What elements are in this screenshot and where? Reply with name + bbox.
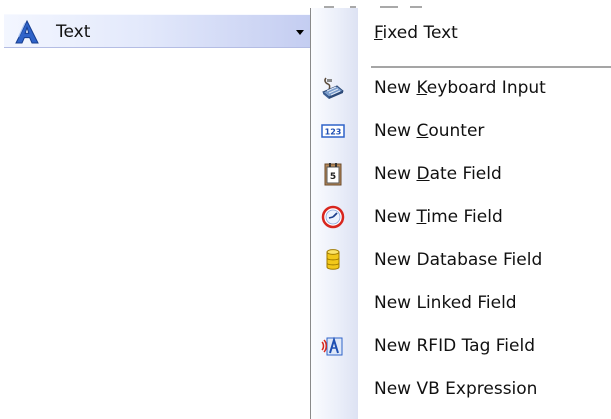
menu-item-label: New Date Field	[374, 164, 502, 184]
menu-item-fixed-text[interactable]: Fixed Text	[311, 13, 611, 53]
menu-item-new-database-field[interactable]: New Database Field	[311, 240, 611, 280]
text-dropdown-menu: Fixed Text New Keyboard Input 123 New Co…	[310, 8, 611, 419]
menu-item-label: New VB Expression	[374, 379, 538, 399]
menu-item-label: Fixed Text	[374, 23, 458, 43]
menu-item-label: New Counter	[374, 121, 485, 141]
menu-item-label: New Time Field	[374, 207, 503, 227]
menu-item-new-keyboard-input[interactable]: New Keyboard Input	[311, 68, 611, 108]
text-tool-button[interactable]: Text	[4, 14, 310, 48]
counter-icon: 123	[321, 124, 345, 138]
menu-item-label: New Keyboard Input	[374, 78, 546, 98]
text-a-icon	[15, 20, 39, 44]
menu-item-new-date-field[interactable]: 5 New Date Field	[311, 154, 611, 194]
menu-item-new-linked-field[interactable]: New Linked Field	[311, 283, 611, 323]
keyboard-input-icon	[322, 77, 344, 99]
menu-item-label: New Linked Field	[374, 293, 517, 313]
svg-text:123: 123	[325, 128, 342, 137]
rfid-tag-icon	[321, 336, 343, 356]
chevron-down-icon[interactable]	[296, 30, 304, 35]
menu-item-new-vb-expression[interactable]: New VB Expression	[311, 369, 611, 409]
text-tool-label: Text	[56, 22, 91, 42]
menu-item-new-time-field[interactable]: New Time Field	[311, 197, 611, 237]
database-field-icon	[326, 249, 340, 270]
date-field-icon: 5	[324, 163, 342, 186]
time-field-icon	[321, 205, 345, 229]
menu-item-new-rfid-tag-field[interactable]: New RFID Tag Field	[311, 326, 611, 366]
screen: Text Fixed Text New Keyboard Input 123 N…	[0, 0, 611, 419]
menu-item-label: New Database Field	[374, 250, 543, 270]
menu-item-label: New RFID Tag Field	[374, 336, 536, 356]
svg-text:5: 5	[330, 172, 336, 182]
menu-item-new-counter[interactable]: 123 New Counter	[311, 111, 611, 151]
